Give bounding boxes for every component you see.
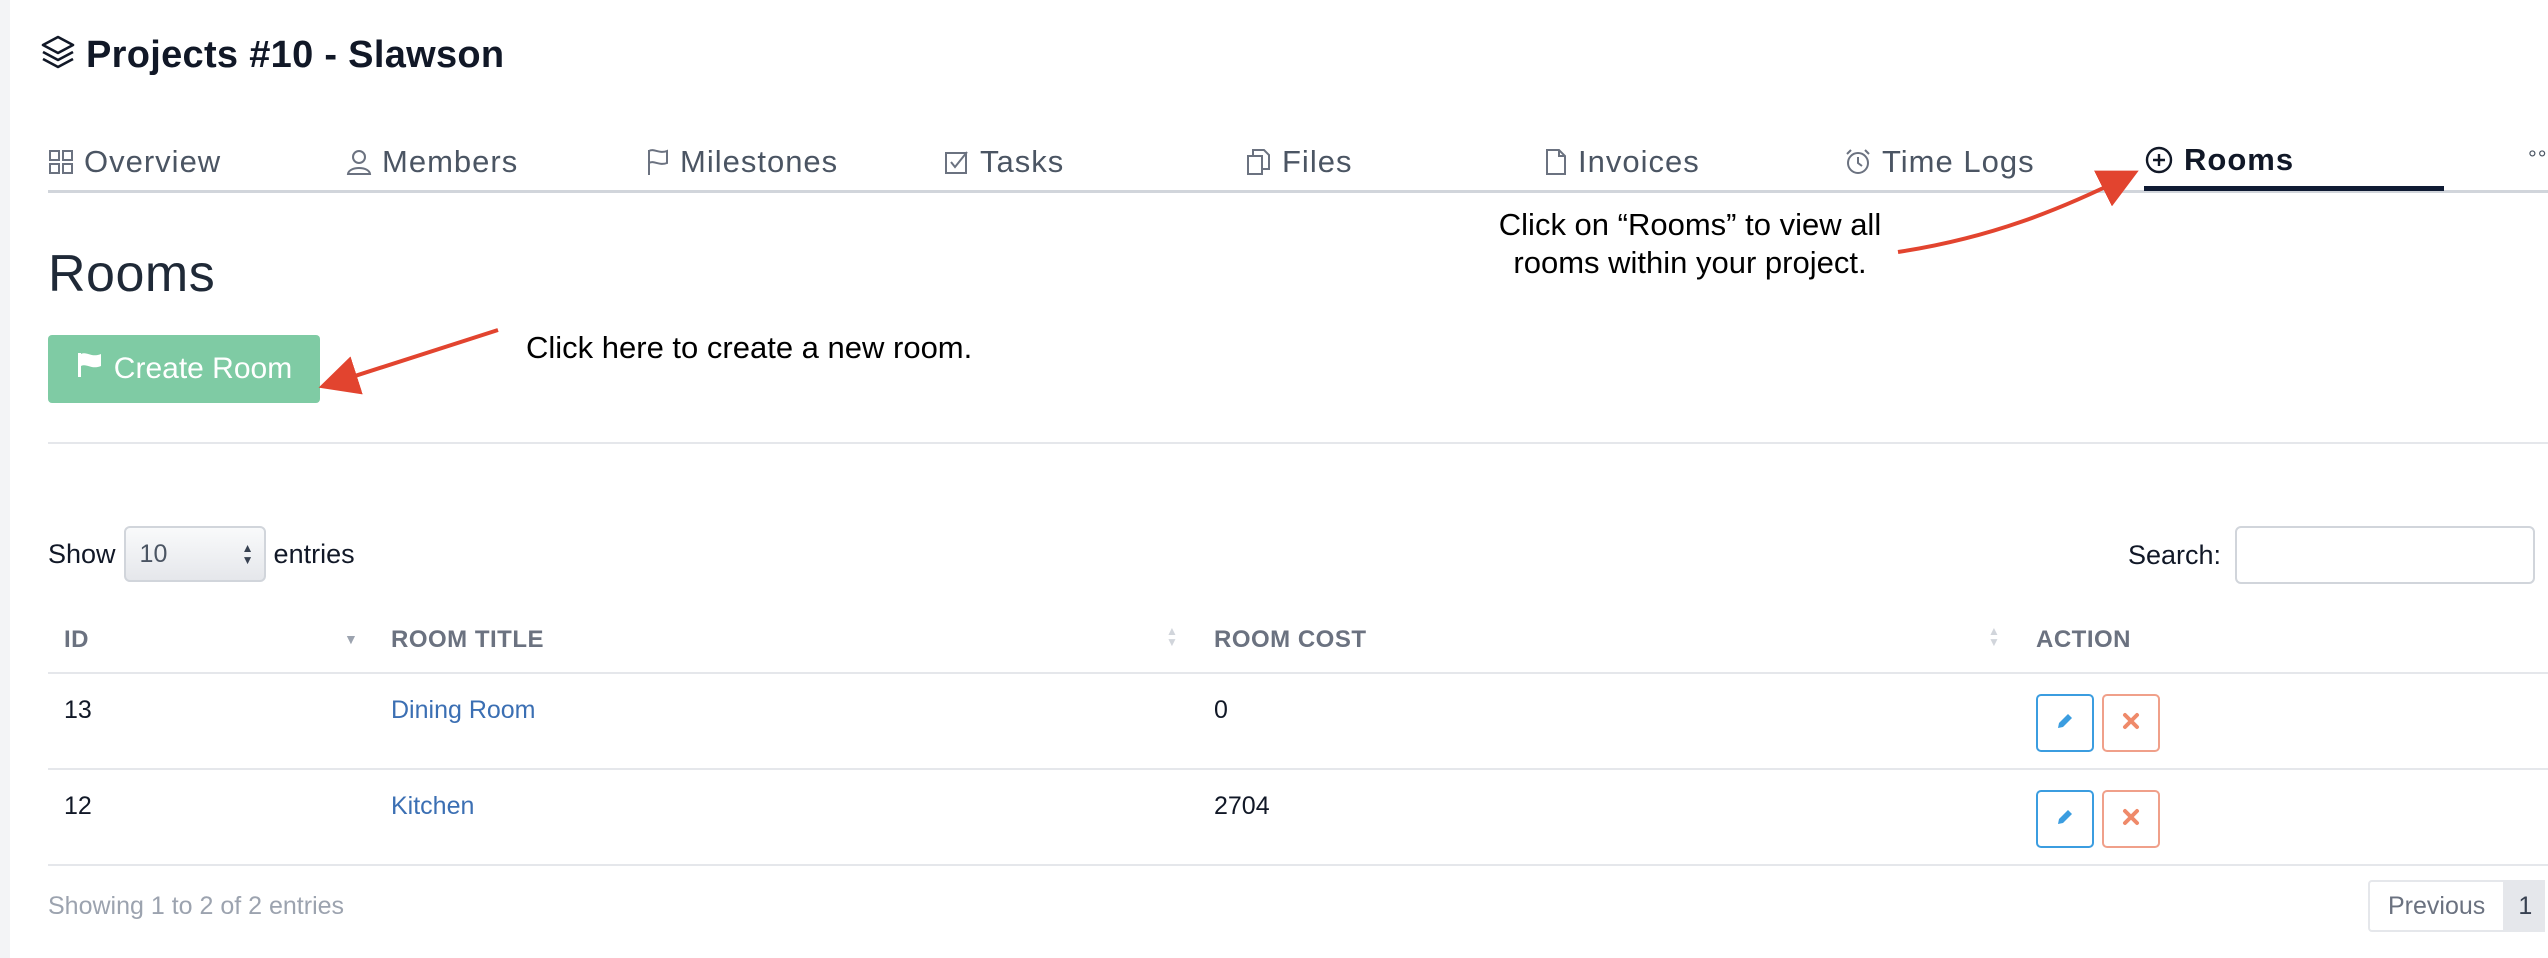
create-arrow: [318, 328, 499, 395]
tab-label: Members: [382, 144, 519, 179]
close-icon: [2122, 712, 2140, 735]
column-header-room-title[interactable]: ROOM TITLE: [391, 626, 544, 654]
entries-select[interactable]: 10 ▲ ▼: [123, 526, 266, 582]
show-label: Show: [48, 538, 116, 569]
create-annotation: Click here to create a new room.: [526, 330, 973, 365]
pencil-icon: [2055, 807, 2075, 832]
search-input[interactable]: [2235, 526, 2536, 584]
pencil-icon: [2055, 711, 2075, 736]
tab-members[interactable]: Members: [346, 138, 518, 186]
previous-page-button[interactable]: Previous: [2368, 880, 2506, 932]
tab-time-logs[interactable]: Time Logs: [1844, 138, 2035, 186]
create-room-label: Create Room: [113, 352, 293, 385]
table-search: Search:: [2128, 526, 2536, 584]
user-icon: [346, 148, 372, 176]
room-title-link[interactable]: Kitchen: [391, 792, 474, 821]
tab-tasks[interactable]: Tasks: [944, 138, 1064, 186]
plus-circle-icon: [2144, 145, 2174, 175]
room-title-link[interactable]: Dining Room: [391, 696, 536, 725]
tab-label: Invoices: [1578, 144, 1700, 179]
tab-rooms[interactable]: Rooms: [2144, 136, 2294, 184]
tab-label: Tasks: [980, 144, 1065, 179]
tab-invoices[interactable]: Invoices: [1544, 138, 1700, 186]
search-label: Search:: [2128, 539, 2222, 570]
flag-icon: [646, 147, 670, 177]
sort-icon: ▲ ▼: [1166, 624, 1178, 649]
page-number-button[interactable]: 1: [2505, 880, 2546, 932]
tab-overview[interactable]: Overview: [48, 138, 221, 186]
delete-button[interactable]: [2102, 790, 2160, 848]
project-title: Projects #10 - Slawson: [86, 34, 505, 76]
select-arrows-icon: ▲ ▼: [241, 541, 254, 567]
layers-icon: [40, 34, 76, 77]
tab-label: Rooms: [2184, 142, 2295, 177]
table-info: Showing 1 to 2 of 2 entries: [48, 892, 345, 920]
cell-id: 12: [64, 792, 92, 820]
table-row: 12 Kitchen 2704: [48, 770, 2548, 866]
section-divider: [48, 442, 2548, 444]
entries-length-control: Show 10 ▲ ▼ entries: [48, 526, 355, 582]
create-room-button[interactable]: Create Room: [48, 335, 320, 403]
tab-milestones[interactable]: Milestones: [646, 138, 838, 186]
flag-icon: [76, 352, 104, 386]
sort-icon: ▲ ▼: [1988, 624, 2000, 649]
alarm-clock-icon: [1844, 148, 1872, 176]
edit-button[interactable]: [2036, 694, 2094, 752]
edit-button[interactable]: [2036, 790, 2094, 848]
files-icon: [1244, 148, 1272, 176]
entries-label: entries: [273, 538, 355, 569]
delete-button[interactable]: [2102, 694, 2160, 752]
pagination: Previous 1: [2368, 880, 2546, 932]
cell-id: 13: [64, 696, 92, 724]
project-tabs: Overview Members Milestones Tasks Files …: [48, 132, 2548, 193]
rooms-table: ID ▼ ROOM TITLE ▲ ▼ ROOM COST ▲ ▼ ACTION 1…: [48, 612, 2548, 866]
cell-room-cost: 2704: [1214, 792, 1270, 820]
page-title: Projects #10 - Slawson: [40, 34, 504, 77]
close-icon: [2122, 808, 2140, 831]
tab-label: Files: [1282, 144, 1353, 179]
document-icon: [1544, 148, 1568, 176]
checkbox-icon: [944, 149, 970, 175]
entries-select-value: 10: [139, 539, 168, 568]
column-header-room-cost[interactable]: ROOM COST: [1214, 626, 1367, 654]
tab-label: Time Logs: [1882, 144, 2035, 179]
cell-room-cost: 0: [1214, 696, 1228, 724]
left-edge-strip: [0, 0, 10, 958]
column-header-action: ACTION: [2036, 626, 2131, 653]
column-header-id[interactable]: ID: [64, 626, 89, 654]
table-row: 13 Dining Room 0: [48, 674, 2548, 770]
tab-label: Milestones: [680, 144, 839, 179]
sort-desc-icon: ▼: [344, 631, 358, 647]
rooms-annotation: Click on “Rooms” to view all rooms withi…: [1498, 207, 1882, 280]
more-tabs-icon[interactable]: °°: [2528, 146, 2548, 172]
active-tab-indicator: [2144, 186, 2444, 191]
tab-files[interactable]: Files: [1244, 138, 1352, 186]
table-header: ID ▼ ROOM TITLE ▲ ▼ ROOM COST ▲ ▼ ACTION: [48, 612, 2548, 674]
grid-icon: [48, 149, 74, 175]
section-title: Rooms: [48, 245, 216, 303]
tab-label: Overview: [84, 144, 222, 179]
